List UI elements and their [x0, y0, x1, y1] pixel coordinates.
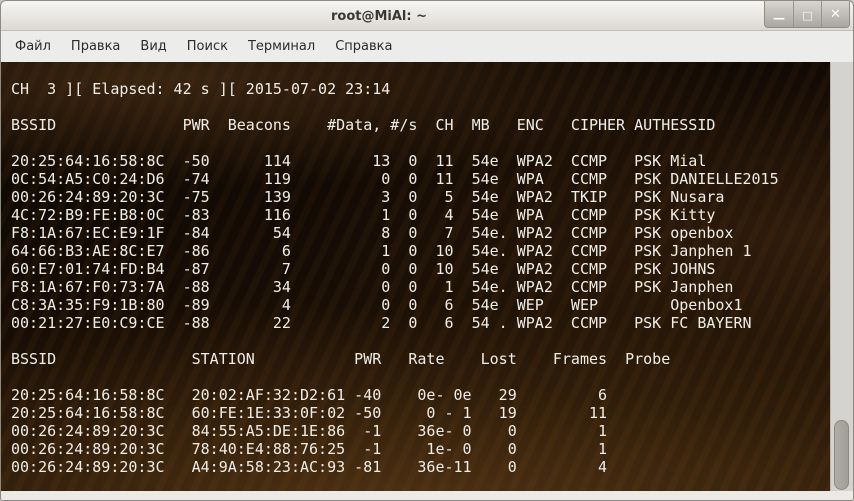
- menu-item-search[interactable]: Поиск: [177, 31, 238, 62]
- window-bottom-frame: [1, 491, 853, 500]
- blank-line: [11, 98, 830, 116]
- station-table-row: 00:26:24:89:20:3C 84:55:A5:DE:1E:86 -1 3…: [11, 422, 830, 440]
- terminal-window: root@MiAl: ~ — □ ✕ Файл Правка Вид Поиск…: [0, 0, 854, 501]
- ap-table-row: 4C:72:B9:FE:B8:0C -83 116 1 0 4 54e WPA …: [11, 206, 830, 224]
- menu-item-file[interactable]: Файл: [5, 31, 61, 62]
- ap-table-row: 64:66:B3:AE:8C:E7 -86 6 1 0 10 54e. WPA2…: [11, 242, 830, 260]
- minimize-button[interactable]: —: [765, 1, 793, 27]
- ap-table-row: C8:3A:35:F9:1B:80 -89 4 0 0 6 54e WEP WE…: [11, 296, 830, 314]
- station-table-row: 20:25:64:16:58:8C 60:FE:1E:33:0F:02 -50 …: [11, 404, 830, 422]
- minimize-icon: —: [773, 11, 785, 25]
- menu-item-help[interactable]: Справка: [325, 31, 402, 62]
- scrollbar-thumb[interactable]: [834, 420, 849, 490]
- blank-line: [11, 368, 830, 386]
- status-line: CH 3 ][ Elapsed: 42 s ][ 2015-07-02 23:1…: [11, 80, 830, 98]
- close-button[interactable]: ✕: [821, 1, 849, 27]
- blank-line: [11, 332, 830, 350]
- station-table-row: 00:26:24:89:20:3C 78:40:E4:88:76:25 -1 1…: [11, 440, 830, 458]
- close-icon: ✕: [830, 7, 841, 22]
- ap-table-row: 00:21:27:E0:C9:CE -88 22 2 0 6 54 . WPA2…: [11, 314, 830, 332]
- ap-table-row: F8:1A:67:EC:E9:1F -84 54 8 0 7 54e. WPA2…: [11, 224, 830, 242]
- window-controls: — □ ✕: [764, 1, 850, 28]
- scrollbar[interactable]: [830, 62, 853, 491]
- title-bar[interactable]: root@MiAl: ~ — □ ✕: [1, 1, 853, 31]
- terminal-screen[interactable]: CH 3 ][ Elapsed: 42 s ][ 2015-07-02 23:1…: [1, 62, 853, 491]
- menu-item-terminal[interactable]: Терминал: [238, 31, 325, 62]
- maximize-button[interactable]: □: [793, 1, 821, 27]
- station-table-header: BSSID STATION PWR Rate Lost Frames Probe: [11, 350, 830, 368]
- station-table-row: 00:26:24:89:20:3C A4:9A:58:23:AC:93 -81 …: [11, 458, 830, 476]
- ap-table-row: 20:25:64:16:58:8C -50 114 13 0 11 54e WP…: [11, 152, 830, 170]
- ap-table-row: 0C:54:A5:C0:24:D6 -74 119 0 0 11 54e WPA…: [11, 170, 830, 188]
- ap-table-header: BSSID PWR Beacons #Data, #/s CH MB ENC C…: [11, 116, 830, 134]
- ap-table-row: F8:1A:67:F0:73:7A -88 34 0 0 1 54e. WPA2…: [11, 278, 830, 296]
- ap-table-row: 00:26:24:89:20:3C -75 139 3 0 5 54e WPA2…: [11, 188, 830, 206]
- window-title: root@MiAl: ~: [1, 1, 757, 31]
- station-table-row: 20:25:64:16:58:8C 20:02:AF:32:D2:61 -40 …: [11, 386, 830, 404]
- ap-table-row: 60:E7:01:74:FD:B4 -87 7 0 0 10 54e WPA2 …: [11, 260, 830, 278]
- menu-item-edit[interactable]: Правка: [61, 31, 130, 62]
- blank-line: [11, 134, 830, 152]
- maximize-icon: □: [802, 9, 812, 22]
- menu-item-view[interactable]: Вид: [130, 31, 176, 62]
- terminal-output: CH 3 ][ Elapsed: 42 s ][ 2015-07-02 23:1…: [1, 62, 830, 491]
- menu-bar: Файл Правка Вид Поиск Терминал Справка: [1, 31, 853, 62]
